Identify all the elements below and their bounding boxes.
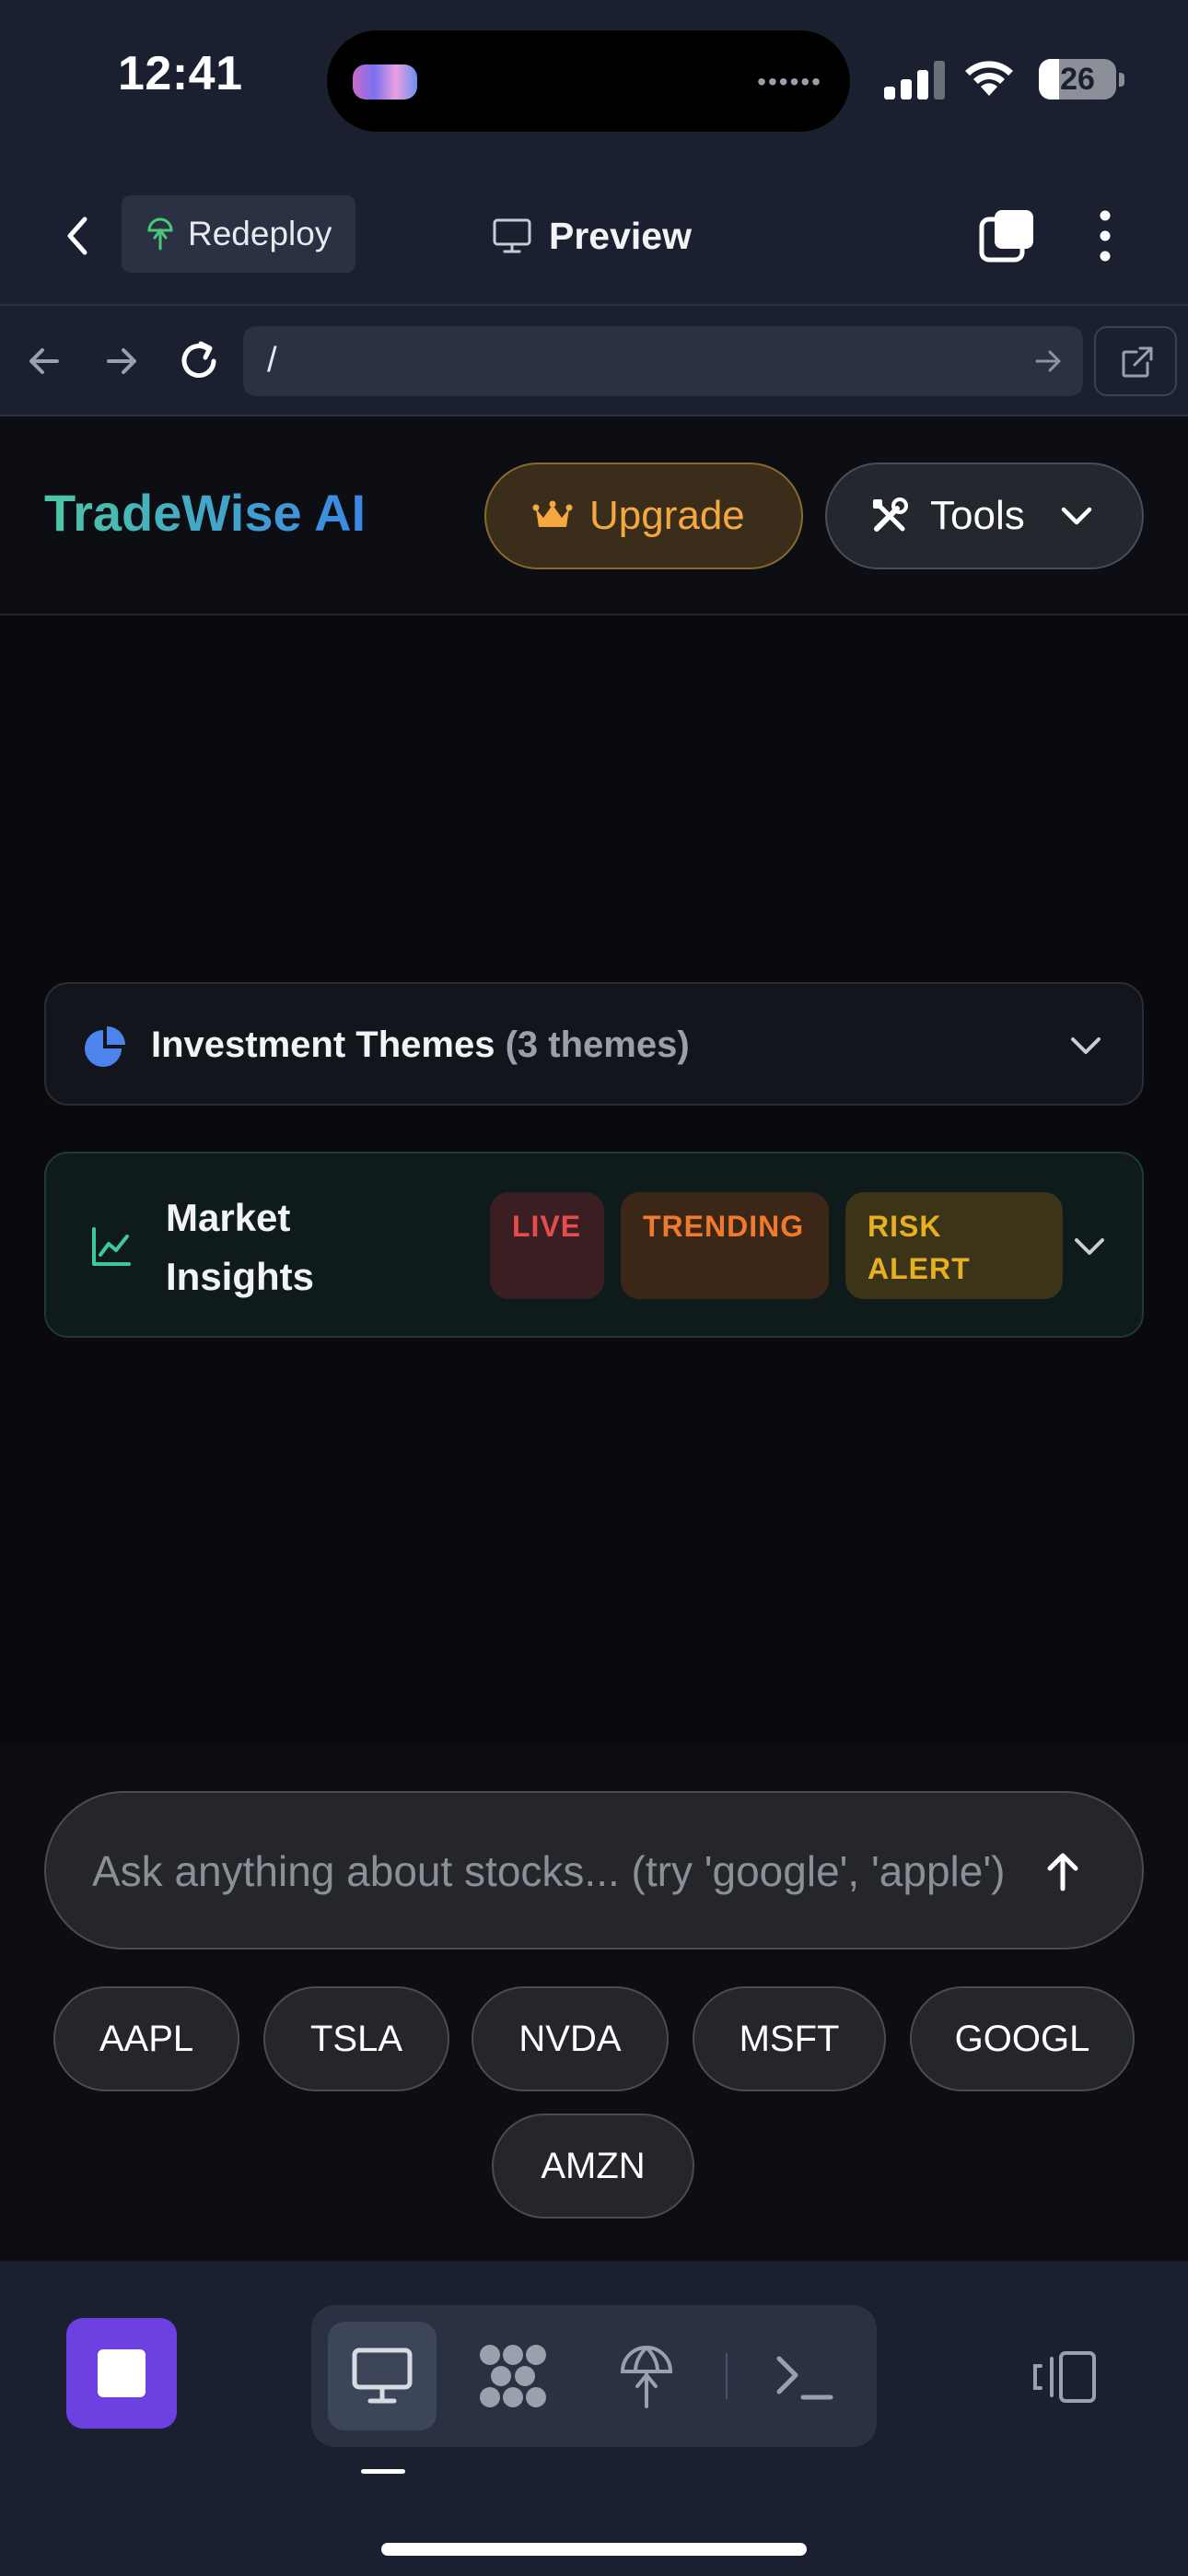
reload-icon[interactable] [173, 335, 225, 387]
active-mode-indicator [361, 2469, 405, 2474]
components-icon[interactable] [477, 2342, 549, 2410]
upgrade-label: Upgrade [589, 493, 745, 538]
arrow-left-icon[interactable] [18, 335, 70, 387]
investment-themes-title: Investment Themes (3 themes) [151, 1025, 690, 1066]
battery-icon: 26 [1039, 59, 1124, 100]
live-badge: LIVE [490, 1192, 604, 1299]
ticker-chip-amzn[interactable]: AMZN [492, 2113, 694, 2219]
chevron-down-icon [1071, 1037, 1101, 1054]
terminal-icon[interactable] [774, 2349, 834, 2403]
chevron-down-icon [1061, 507, 1091, 525]
home-indicator [381, 2543, 807, 2556]
trending-badge: TRENDING [621, 1192, 829, 1299]
chevron-down-icon [1075, 1238, 1104, 1255]
stop-button[interactable] [66, 2318, 177, 2429]
external-link-button[interactable] [1094, 326, 1177, 396]
battery-level: 26 [1060, 62, 1095, 97]
investment-themes-card[interactable]: Investment Themes (3 themes) [44, 982, 1144, 1106]
redeploy-button[interactable]: Redeploy [122, 195, 355, 273]
go-arrow-icon[interactable] [1031, 345, 1065, 378]
ticker-chip-nvda[interactable]: NVDA [472, 1986, 669, 2091]
pie-chart-icon [85, 1026, 125, 1067]
preview-title-label: Preview [549, 214, 692, 257]
upgrade-button[interactable]: Upgrade [484, 463, 803, 569]
tools-icon [873, 498, 908, 532]
monitor-icon [493, 218, 531, 253]
signal-icon [884, 61, 945, 100]
wifi-icon [965, 61, 1013, 96]
external-link-icon [1122, 346, 1153, 378]
back-icon[interactable] [53, 208, 105, 263]
status-time: 12:41 [118, 47, 243, 100]
device-toggle-icon[interactable] [1031, 2349, 1098, 2405]
bottom-toolbar [0, 2261, 1188, 2576]
crown-icon [532, 500, 573, 527]
preview-mode-button[interactable] [328, 2322, 437, 2430]
brand-logo[interactable]: TradeWise AI [44, 483, 366, 543]
mode-divider [726, 2353, 728, 2399]
stop-icon [98, 2349, 146, 2397]
line-chart-icon [92, 1227, 131, 1266]
more-icon[interactable] [1087, 206, 1124, 265]
composer-area: AAPL TSLA NVDA MSFT GOOGL AMZN [0, 1743, 1188, 2261]
url-field[interactable]: / [243, 326, 1083, 396]
themes-count: (3 themes) [505, 1025, 690, 1065]
ask-input-container [44, 1791, 1144, 1950]
url-text: / [267, 341, 277, 380]
arrow-up-icon[interactable] [1039, 1848, 1087, 1896]
ticker-chip-tsla[interactable]: TSLA [263, 1986, 449, 2091]
tabs-icon[interactable] [978, 206, 1037, 265]
browser-bar: / [0, 306, 1188, 416]
preview-title: Preview [492, 206, 692, 265]
deploy-icon[interactable] [619, 2342, 674, 2410]
tools-label: Tools [930, 493, 1025, 538]
island-thumbnail [353, 64, 417, 100]
ask-input[interactable] [92, 1839, 1050, 1903]
ticker-chip-aapl[interactable]: AAPL [53, 1986, 239, 2091]
redeploy-label: Redeploy [188, 215, 332, 252]
app-header: Redeploy Preview [0, 166, 1188, 306]
market-insights-title: Market Insights [166, 1196, 315, 1298]
dynamic-island: •••••• [327, 30, 850, 132]
site-header: TradeWise AI Upgrade Tools [0, 416, 1188, 615]
preview-mode-icon [352, 2348, 413, 2404]
mode-switcher [311, 2305, 877, 2447]
island-dots-icon: •••••• [757, 67, 822, 96]
market-insights-card[interactable]: Market Insights LIVE TRENDING RISK ALERT [44, 1152, 1144, 1338]
themes-title-text: Investment Themes [151, 1025, 495, 1065]
risk-alert-badge: RISK ALERT [845, 1192, 1063, 1299]
arrow-right-icon[interactable] [96, 335, 147, 387]
tools-dropdown[interactable]: Tools [825, 463, 1144, 569]
redeploy-icon [147, 217, 173, 251]
ticker-chip-googl[interactable]: GOOGL [910, 1986, 1135, 2091]
status-bar: 12:41 •••••• 26 [0, 0, 1188, 166]
ticker-chip-msft[interactable]: MSFT [693, 1986, 886, 2091]
